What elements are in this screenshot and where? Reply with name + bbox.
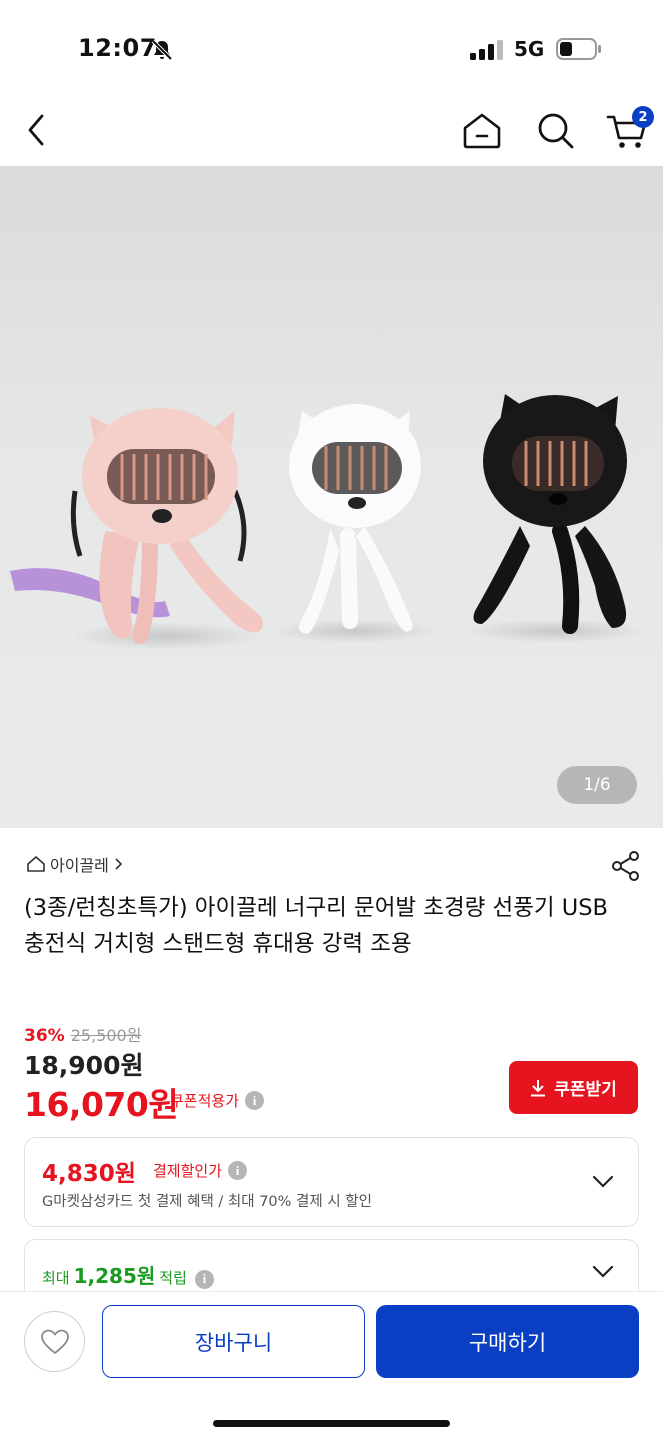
- back-button[interactable]: [20, 110, 56, 150]
- payment-discount-box[interactable]: 4,830원 결제할인가 i G마켓삼성카드 첫 결제 혜택 / 최대 70% …: [24, 1137, 639, 1227]
- payment-discount-label-text: 결제할인가: [153, 1162, 223, 1180]
- chevron-down-icon: [592, 1175, 614, 1188]
- product-photo-fans: [10, 394, 645, 650]
- get-coupon-label: 쿠폰받기: [554, 1080, 617, 1100]
- back-icon: [28, 114, 44, 146]
- original-price: 25,500원: [70, 1026, 142, 1045]
- info-icon[interactable]: i: [194, 1269, 214, 1289]
- nav-bar: [0, 100, 663, 166]
- signal-icon: [470, 40, 503, 60]
- points-prefix: 최대: [42, 1269, 70, 1287]
- download-icon: [531, 1079, 546, 1096]
- status-bar: 12:07 5G: [0, 0, 663, 100]
- bell-muted-icon: [151, 39, 173, 61]
- home-icon: [463, 113, 501, 149]
- payment-discount-label: 결제할인가 i: [153, 1160, 248, 1181]
- product-title: (3종/런칭초특가) 아이끌레 너구리 문어발 초경량 선풍기 USB 충전식 …: [24, 895, 608, 957]
- heart-icon: [40, 1329, 69, 1354]
- image-counter: 1/6: [557, 766, 637, 804]
- status-time: 12:07: [78, 34, 157, 62]
- network-label: 5G: [514, 37, 545, 61]
- coupon-applied-label: 쿠폰적용가 i: [170, 1090, 265, 1111]
- chevron-down-icon: [592, 1265, 614, 1278]
- product-image[interactable]: 1/6: [0, 166, 663, 828]
- brand-link[interactable]: 아이끌레: [26, 852, 123, 876]
- coupon-applied-text: 쿠폰적용가: [170, 1092, 240, 1110]
- info-icon[interactable]: i: [228, 1161, 248, 1180]
- buy-now-button[interactable]: 구매하기: [376, 1305, 639, 1378]
- brand-name: 아이끌레: [50, 856, 109, 875]
- share-button[interactable]: [610, 850, 642, 882]
- home-indicator: [213, 1420, 450, 1427]
- payment-discount-description: G마켓삼성카드 첫 결제 혜택 / 최대 70% 결제 시 할인: [42, 1194, 372, 1210]
- sale-price: 18,900원: [24, 1051, 144, 1080]
- points-text: 최대 1,285원 적립 i: [42, 1260, 214, 1289]
- cart-count-badge: 2: [632, 106, 654, 128]
- points-suffix: 적립: [159, 1269, 187, 1287]
- add-to-cart-button[interactable]: 장바구니: [102, 1305, 365, 1378]
- discount-rate: 36%: [24, 1026, 65, 1046]
- search-icon: [538, 113, 574, 149]
- store-home-icon: [27, 856, 45, 872]
- bottom-action-bar: 장바구니 구매하기: [0, 1291, 663, 1440]
- wishlist-button[interactable]: [24, 1311, 85, 1372]
- points-amount: 1,285원: [73, 1264, 156, 1288]
- discount-row: 36% 25,500원: [24, 1022, 141, 1046]
- share-icon: [612, 851, 639, 881]
- payment-discount-amount: 4,830원: [42, 1161, 136, 1187]
- search-button[interactable]: [534, 108, 578, 152]
- coupon-price: 16,070원: [24, 1085, 179, 1124]
- get-coupon-button[interactable]: 쿠폰받기: [509, 1061, 638, 1114]
- home-button[interactable]: [460, 108, 504, 152]
- chevron-right-icon: [115, 858, 123, 870]
- battery-icon: [556, 38, 601, 60]
- info-icon[interactable]: i: [245, 1091, 265, 1110]
